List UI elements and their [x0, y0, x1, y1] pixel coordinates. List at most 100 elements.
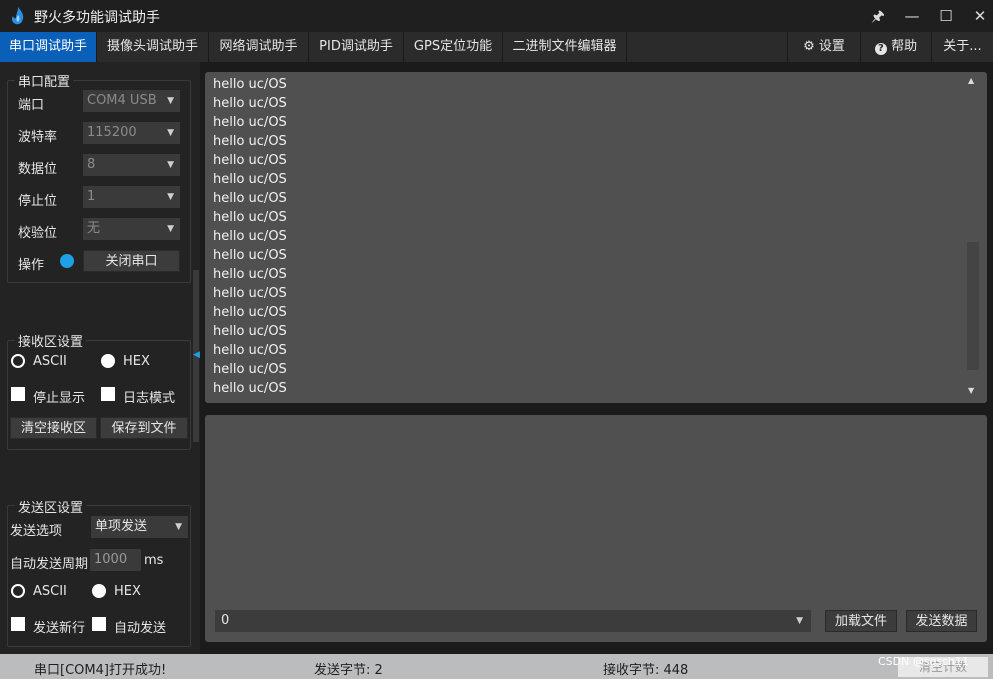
tab-network-debug[interactable]: 网络调试助手 [209, 32, 309, 62]
watermark: CSDN @sgssh11 [878, 655, 970, 668]
operation-label: 操作 [18, 258, 45, 273]
receive-line: hello uc/OS [213, 134, 287, 149]
send-history-value: 0 [221, 613, 230, 628]
send-data-button[interactable]: 发送数据 [906, 610, 977, 632]
pin-icon[interactable]: 🖈 [864, 4, 892, 28]
receive-line: hello uc/OS [213, 324, 287, 339]
send-ascii-label: ASCII [33, 584, 67, 599]
receive-line: hello uc/OS [213, 343, 287, 358]
receive-line: hello uc/OS [213, 248, 287, 263]
receive-line: hello uc/OS [213, 77, 287, 92]
chevron-down-icon: ▼ [796, 616, 803, 626]
close-button[interactable]: ✕ [966, 4, 993, 28]
received-bytes: 接收字节: 448 [603, 663, 689, 678]
chevron-down-icon: ▼ [167, 224, 174, 234]
receive-scrollbar[interactable]: ▲ ▼ [966, 76, 980, 398]
port-label: 端口 [18, 98, 45, 113]
help-label: 帮助 [891, 39, 918, 54]
send-ascii-radio[interactable] [11, 584, 25, 598]
stopbits-select[interactable]: 1 ▼ [83, 186, 180, 208]
gear-icon: ⚙ [803, 39, 815, 54]
recv-hex-label: HEX [123, 354, 150, 369]
receive-line: hello uc/OS [213, 267, 287, 282]
load-file-button[interactable]: 加载文件 [825, 610, 897, 632]
send-text-area[interactable] [205, 415, 987, 642]
databits-select[interactable]: 8 ▼ [83, 154, 180, 176]
status-bar: 串口[COM4]打开成功! 发送字节: 2 接收字节: 448 清空计数 CSD… [0, 654, 993, 679]
maximize-button[interactable]: ☐ [932, 4, 960, 28]
stop-display-checkbox[interactable] [11, 387, 25, 401]
send-history-select[interactable]: 0 ▼ [215, 610, 811, 632]
receive-line: hello uc/OS [213, 381, 287, 396]
receive-line: hello uc/OS [213, 286, 287, 301]
port-select[interactable]: COM4 USB ▼ [83, 90, 180, 112]
baud-select[interactable]: 115200 ▼ [83, 122, 180, 144]
send-option-value: 单项发送 [95, 519, 148, 534]
baud-label: 波特率 [18, 130, 58, 145]
recv-ascii-label: ASCII [33, 354, 67, 369]
settings-tab[interactable]: ⚙ 设置 [787, 32, 860, 62]
scroll-down-icon[interactable]: ▼ [968, 386, 974, 395]
status-message: 串口[COM4]打开成功! [34, 663, 167, 678]
send-option-label: 发送选项 [10, 524, 63, 539]
stopbits-value: 1 [87, 189, 96, 204]
receive-text-area[interactable]: hello uc/OS hello uc/OS hello uc/OS hell… [205, 72, 987, 403]
send-newline-checkbox[interactable] [11, 617, 25, 631]
about-tab[interactable]: 关于... [931, 32, 993, 62]
parity-value: 无 [87, 221, 101, 236]
auto-period-input[interactable]: 1000 [90, 549, 141, 571]
log-mode-checkbox[interactable] [101, 387, 115, 401]
auto-period-label: 自动发送周期 [10, 557, 89, 572]
port-status-indicator [60, 254, 74, 268]
send-hex-radio[interactable] [92, 584, 106, 598]
parity-select[interactable]: 无 ▼ [83, 218, 180, 240]
receive-line: hello uc/OS [213, 305, 287, 320]
send-hex-label: HEX [114, 584, 141, 599]
stopbits-label: 停止位 [18, 194, 58, 209]
auto-send-checkbox[interactable] [92, 617, 106, 631]
send-option-select[interactable]: 单项发送 ▼ [91, 516, 188, 538]
window-title: 野火多功能调试助手 [34, 10, 160, 26]
settings-label: 设置 [818, 39, 845, 54]
send-newline-label: 发送新行 [33, 621, 86, 636]
recv-ascii-radio[interactable] [11, 354, 25, 368]
chevron-down-icon: ▼ [167, 192, 174, 202]
databits-label: 数据位 [18, 162, 58, 177]
chevron-down-icon: ▼ [167, 128, 174, 138]
scroll-thumb[interactable] [967, 242, 979, 370]
receive-line: hello uc/OS [213, 115, 287, 130]
help-tab[interactable]: ? 帮助 [860, 32, 931, 62]
recv-settings-title: 接收区设置 [15, 331, 87, 350]
recv-hex-radio[interactable] [101, 354, 115, 368]
serial-config-title: 串口配置 [15, 71, 74, 90]
chevron-down-icon: ▼ [175, 522, 182, 532]
tab-bar: 串口调试助手 摄像头调试助手 网络调试助手 PID调试助手 GPS定位功能 二进… [0, 32, 993, 62]
tab-serial-debug[interactable]: 串口调试助手 [0, 32, 97, 62]
tab-gps[interactable]: GPS定位功能 [404, 32, 503, 62]
scroll-up-icon[interactable]: ▲ [968, 76, 974, 85]
sent-bytes: 发送字节: 2 [314, 663, 383, 678]
log-mode-label: 日志模式 [123, 391, 176, 406]
receive-line: hello uc/OS [213, 172, 287, 187]
auto-send-label: 自动发送 [114, 621, 167, 636]
collapse-arrow-icon[interactable]: ◀ [193, 350, 200, 360]
port-value: COM4 USB [87, 93, 157, 108]
tab-camera-debug[interactable]: 摄像头调试助手 [97, 32, 209, 62]
databits-value: 8 [87, 157, 96, 172]
help-icon: ? [874, 43, 887, 55]
minimize-button[interactable]: — [898, 4, 926, 28]
receive-line: hello uc/OS [213, 362, 287, 377]
app-flame-icon [8, 6, 28, 26]
title-bar: 野火多功能调试助手 🖈 — ☐ ✕ [0, 0, 993, 32]
tab-binary-editor[interactable]: 二进制文件编辑器 [503, 32, 627, 62]
period-unit-label: ms [144, 553, 164, 568]
tab-pid-debug[interactable]: PID调试助手 [309, 32, 404, 62]
clear-recv-button[interactable]: 清空接收区 [10, 417, 97, 439]
close-port-button[interactable]: 关闭串口 [83, 250, 180, 272]
stop-display-label: 停止显示 [33, 391, 86, 406]
receive-line: hello uc/OS [213, 210, 287, 225]
receive-line: hello uc/OS [213, 229, 287, 244]
receive-line: hello uc/OS [213, 191, 287, 206]
baud-value: 115200 [87, 125, 137, 140]
save-to-file-button[interactable]: 保存到文件 [100, 417, 188, 439]
